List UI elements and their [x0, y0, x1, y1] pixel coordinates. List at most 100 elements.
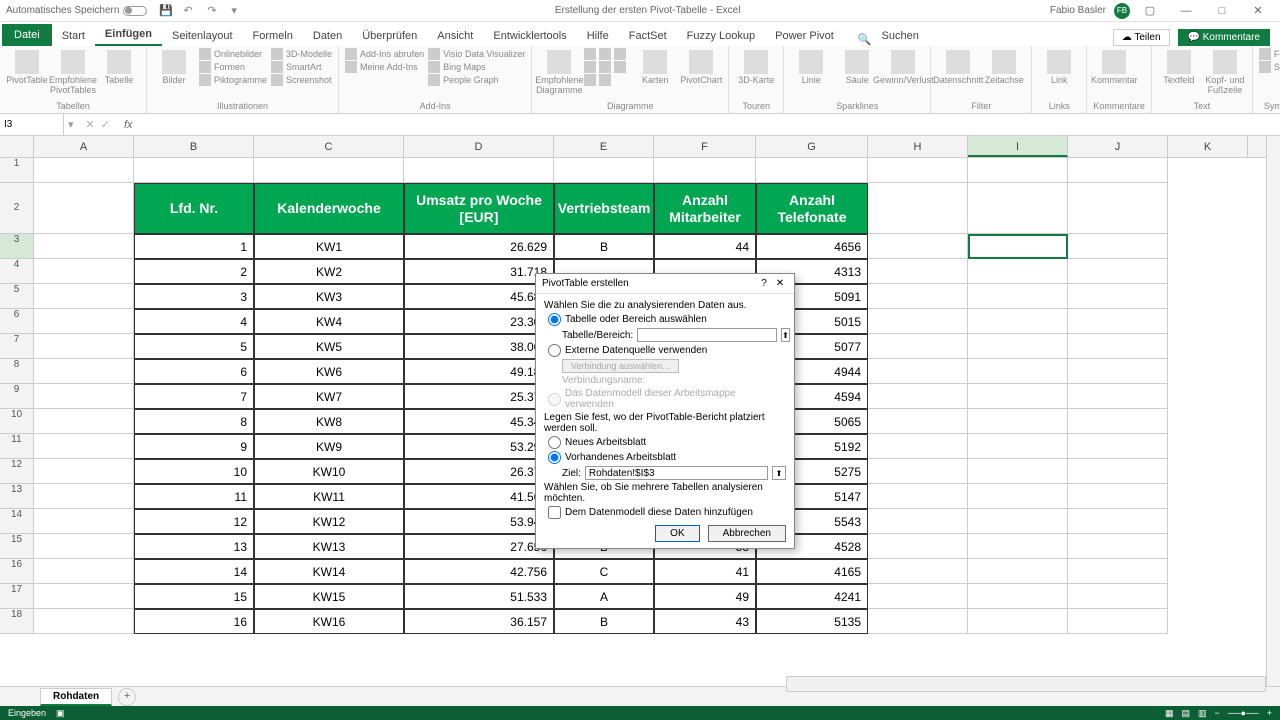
- cell-umsatz[interactable]: 49.189: [404, 359, 554, 384]
- col-header-c[interactable]: C: [254, 136, 404, 157]
- dialog-close-icon[interactable]: ✕: [772, 278, 788, 289]
- radio-existing-sheet[interactable]: Vorhandenes Arbeitsblatt: [548, 451, 786, 464]
- cell-mitarbeiter[interactable]: 43: [654, 609, 756, 634]
- smartart-button[interactable]: SmartArt: [271, 61, 332, 73]
- namebox-dropdown-icon[interactable]: ▾: [64, 118, 78, 131]
- cell-umsatz[interactable]: 45.687: [404, 284, 554, 309]
- ziel-input[interactable]: [585, 466, 768, 480]
- cell-kw[interactable]: KW15: [254, 584, 404, 609]
- sparkline-line-button[interactable]: Linie: [790, 48, 832, 86]
- cell-kw[interactable]: KW14: [254, 559, 404, 584]
- cell-selected[interactable]: [968, 409, 1068, 434]
- name-box[interactable]: I3: [0, 114, 64, 135]
- cell-lfdnr[interactable]: 6: [134, 359, 254, 384]
- th-mitarbeiter[interactable]: Anzahl Mitarbeiter: [654, 183, 756, 234]
- th-team[interactable]: Vertriebsteam: [554, 183, 654, 234]
- cell[interactable]: [34, 158, 134, 183]
- cell-kw[interactable]: KW6: [254, 359, 404, 384]
- zoom-in-icon[interactable]: +: [1267, 708, 1272, 719]
- tab-seitenlayout[interactable]: Seitenlayout: [162, 26, 243, 46]
- cell-lfdnr[interactable]: 14: [134, 559, 254, 584]
- row-header[interactable]: 6: [0, 309, 34, 334]
- cell-umsatz[interactable]: 26.371: [404, 459, 554, 484]
- tab-entwicklertools[interactable]: Entwicklertools: [483, 26, 576, 46]
- cell-kw[interactable]: KW10: [254, 459, 404, 484]
- close-window-icon[interactable]: ✕: [1242, 1, 1274, 21]
- ribbon-options-icon[interactable]: ▢: [1134, 1, 1166, 21]
- undo-icon[interactable]: ↶: [183, 4, 197, 18]
- tab-einfuegen[interactable]: Einfügen: [95, 24, 162, 46]
- cell-kw[interactable]: KW8: [254, 409, 404, 434]
- cell-selected[interactable]: [968, 384, 1068, 409]
- col-header-f[interactable]: F: [654, 136, 756, 157]
- vertical-scrollbar[interactable]: [1266, 136, 1280, 686]
- cancel-button[interactable]: Abbrechen: [708, 525, 786, 542]
- cell-lfdnr[interactable]: 1: [134, 234, 254, 259]
- my-addins-button[interactable]: Meine Add-Ins: [345, 61, 424, 73]
- row-header[interactable]: 14: [0, 509, 34, 534]
- col-header-d[interactable]: D: [404, 136, 554, 157]
- screenshot-button[interactable]: Screenshot: [271, 74, 332, 86]
- cell-selected[interactable]: [968, 259, 1068, 284]
- cell-umsatz[interactable]: 53.949: [404, 509, 554, 534]
- link-button[interactable]: Link: [1038, 48, 1080, 86]
- cell-kw[interactable]: KW12: [254, 509, 404, 534]
- sparkline-column-button[interactable]: Säule: [836, 48, 878, 86]
- tab-fuzzy[interactable]: Fuzzy Lookup: [677, 26, 765, 46]
- ziel-collapse-icon[interactable]: ⬆: [772, 466, 786, 480]
- online-pictures-button[interactable]: Onlinebilder: [199, 48, 267, 60]
- chart1-icon[interactable]: [584, 48, 596, 60]
- view-normal-icon[interactable]: ▦: [1165, 708, 1174, 719]
- cell-telefonate[interactable]: 4165: [756, 559, 868, 584]
- cell-mitarbeiter[interactable]: 49: [654, 584, 756, 609]
- cell-umsatz[interactable]: 41.567: [404, 484, 554, 509]
- col-header-g[interactable]: G: [756, 136, 868, 157]
- cell-selected[interactable]: [968, 309, 1068, 334]
- zoom-slider[interactable]: ──●──: [1228, 708, 1259, 719]
- cell-kw[interactable]: KW9: [254, 434, 404, 459]
- cell-team[interactable]: B: [554, 609, 654, 634]
- cell-umsatz[interactable]: 27.656: [404, 534, 554, 559]
- 3dmodels-button[interactable]: 3D-Modelle: [271, 48, 332, 60]
- cell-kw[interactable]: KW5: [254, 334, 404, 359]
- range-collapse-icon[interactable]: ⬆: [781, 328, 790, 342]
- symbol-button[interactable]: Symbol: [1259, 61, 1280, 73]
- cell-selected[interactable]: [968, 284, 1068, 309]
- row-header[interactable]: 15: [0, 534, 34, 559]
- chart8-icon[interactable]: [599, 74, 611, 86]
- cell-umsatz[interactable]: 51.533: [404, 584, 554, 609]
- cell-kw[interactable]: KW3: [254, 284, 404, 309]
- cell-lfdnr[interactable]: 3: [134, 284, 254, 309]
- tab-powerpivot[interactable]: Power Pivot: [765, 26, 844, 46]
- chart2-icon[interactable]: [599, 48, 611, 60]
- cell-selected[interactable]: [968, 334, 1068, 359]
- minimize-icon[interactable]: —: [1170, 1, 1202, 21]
- row-header[interactable]: 11: [0, 434, 34, 459]
- view-pagebreak-icon[interactable]: ▥: [1198, 708, 1207, 719]
- cell-team[interactable]: A: [554, 584, 654, 609]
- chart4-icon[interactable]: [584, 61, 596, 73]
- radio-existing-sheet-input[interactable]: [548, 451, 561, 464]
- cell-kw[interactable]: KW11: [254, 484, 404, 509]
- textbox-button[interactable]: Textfeld: [1158, 48, 1200, 86]
- cell-selected[interactable]: [968, 584, 1068, 609]
- cell-selected[interactable]: [968, 459, 1068, 484]
- header-footer-button[interactable]: Kopf- und Fußzeile: [1204, 48, 1246, 96]
- bingmaps-button[interactable]: Bing Maps: [428, 61, 525, 73]
- qat-more-icon[interactable]: ▾: [231, 4, 245, 18]
- enter-formula-icon[interactable]: ✓: [101, 118, 110, 131]
- cell-telefonate[interactable]: 5135: [756, 609, 868, 634]
- tab-hilfe[interactable]: Hilfe: [577, 26, 619, 46]
- cell-kw[interactable]: KW7: [254, 384, 404, 409]
- comments-button[interactable]: 💬 Kommentare: [1178, 29, 1270, 46]
- toggle-icon[interactable]: [123, 6, 147, 16]
- user-name[interactable]: Fabio Basler: [1050, 5, 1106, 16]
- row-header[interactable]: 13: [0, 484, 34, 509]
- row-header[interactable]: 18: [0, 609, 34, 634]
- row-header[interactable]: 17: [0, 584, 34, 609]
- sheet-tab-rohdaten[interactable]: Rohdaten: [40, 688, 112, 706]
- cell-lfdnr[interactable]: 2: [134, 259, 254, 284]
- row-header[interactable]: 3: [0, 234, 34, 259]
- cell-selected[interactable]: [968, 609, 1068, 634]
- th-lfdnr[interactable]: Lfd. Nr.: [134, 183, 254, 234]
